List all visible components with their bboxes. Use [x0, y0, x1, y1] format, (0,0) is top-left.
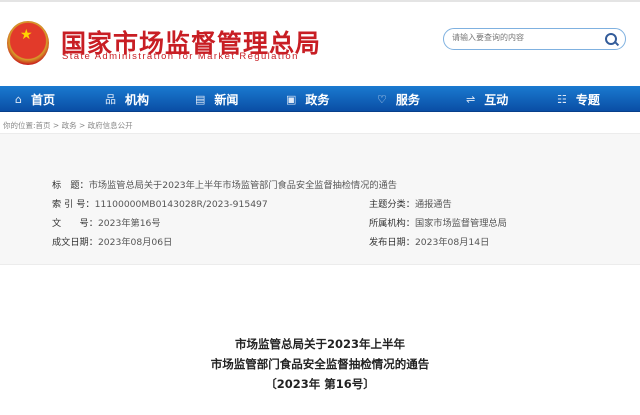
label: 文 号：	[52, 218, 98, 229]
meta-date: 成文日期：2023年08月06日	[52, 234, 172, 248]
nav-label: 新闻	[214, 92, 239, 107]
nav-label: 机构	[125, 92, 150, 107]
label: 发布日期：	[369, 237, 415, 248]
nav-news[interactable]: ▤ 新闻	[195, 86, 238, 112]
exchange-icon: ⇌	[466, 92, 476, 106]
label: 索 引 号：	[52, 199, 95, 210]
search-icon[interactable]	[605, 33, 617, 45]
search-box	[443, 28, 626, 50]
value: 通报通告	[414, 199, 452, 210]
meta-title: 标 题：市场监管总局关于2023年上半年市场监管部门食品安全监督抽检情况的通告	[52, 177, 397, 191]
breadcrumb: 你的位置:首页 > 政务 > 政府信息公开	[3, 121, 133, 130]
value: 市场监管总局关于2023年上半年市场监管部门食品安全监督抽检情况的通告	[88, 180, 397, 191]
doc-number: 〔2023年 第16号〕	[265, 377, 375, 391]
label: 成文日期：	[52, 237, 98, 248]
nav-home[interactable]: ⌂ 首页	[15, 86, 55, 112]
nav-interact[interactable]: ⇌ 互动	[466, 86, 508, 112]
home-icon: ⌂	[15, 92, 22, 106]
news-icon: ▤	[195, 92, 206, 106]
value: 国家市场监督管理总局	[414, 218, 507, 229]
meta-index: 索 引 号：11100000MB0143028R/2023-915497	[52, 196, 268, 210]
national-emblem-logo	[7, 21, 49, 65]
meta-org: 所属机构：国家市场监督管理总局	[369, 215, 507, 229]
nav-label: 专题	[575, 92, 600, 107]
value: 2023年08月06日	[97, 237, 173, 248]
value: 11100000MB0143028R/2023-915497	[94, 199, 268, 210]
meta-category: 主题分类：通报通告	[369, 196, 452, 210]
nav-label: 首页	[30, 92, 55, 107]
nav-label: 政务	[305, 92, 330, 107]
search-input[interactable]	[452, 33, 592, 42]
list-icon: ☷	[557, 92, 567, 106]
nav-label: 服务	[395, 92, 420, 107]
nav-service[interactable]: ♡ 服务	[377, 86, 420, 112]
nav-label: 互动	[484, 92, 509, 107]
org-icon: 品	[105, 93, 116, 106]
main-nav: ⌂ 首页 品机构 ▤ 新闻 ▣ 政务 ♡ 服务 ⇌ 互动 ☷ 专题	[0, 86, 640, 112]
label: 所属机构：	[369, 218, 415, 229]
nav-topics[interactable]: ☷ 专题	[557, 86, 600, 112]
heart-icon: ♡	[377, 92, 387, 106]
doc-title-line1: 市场监管总局关于2023年上半年	[234, 337, 405, 351]
site-title-en: State Administration for Market Regulati…	[62, 51, 299, 62]
gov-icon: ▣	[286, 92, 297, 106]
top-divider	[0, 0, 640, 2]
meta-docno: 文 号：2023年第16号	[52, 215, 161, 229]
label: 主题分类：	[369, 199, 415, 210]
meta-pubdate: 发布日期：2023年08月14日	[369, 234, 489, 248]
doc-title-line2: 市场监管部门食品安全监督抽检情况的通告	[210, 357, 430, 371]
value: 2023年第16号	[97, 218, 161, 229]
nav-gov[interactable]: ▣ 政务	[286, 86, 329, 112]
value: 2023年08月14日	[414, 237, 490, 248]
nav-org[interactable]: 品机构	[105, 86, 149, 112]
document-meta-panel: 标 题：市场监管总局关于2023年上半年市场监管部门食品安全监督抽检情况的通告 …	[0, 133, 640, 265]
label: 标 题：	[52, 180, 89, 191]
